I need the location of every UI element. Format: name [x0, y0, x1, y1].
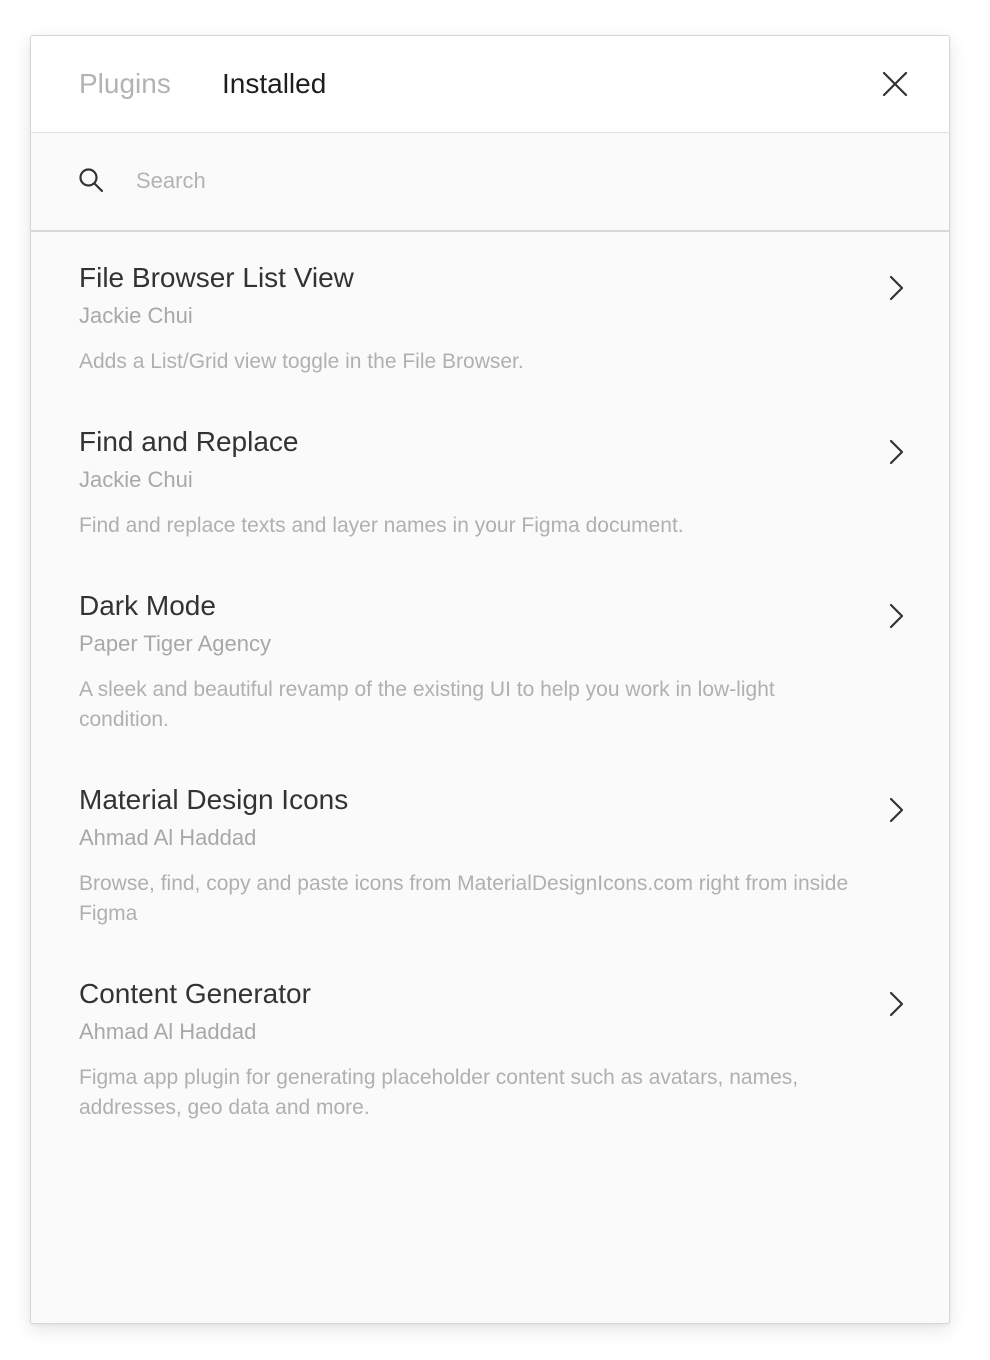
- plugin-author: Jackie Chui: [79, 303, 193, 328]
- plugin-description: Figma app plugin for generating placehol…: [79, 1066, 799, 1119]
- panel-header: Plugins Installed: [31, 36, 949, 133]
- list-item[interactable]: Dark Mode Paper Tiger Agency A sleek and…: [31, 588, 949, 735]
- plugin-author: Ahmad Al Haddad: [79, 1019, 257, 1044]
- plugin-title: Dark Mode: [79, 590, 216, 621]
- chevron-right-icon[interactable]: [887, 274, 905, 302]
- list-item[interactable]: File Browser List View Jackie Chui Adds …: [31, 260, 949, 377]
- search-bar: [31, 133, 949, 232]
- list-item[interactable]: Find and Replace Jackie Chui Find and re…: [31, 424, 949, 541]
- plugin-title: Material Design Icons: [79, 784, 349, 815]
- chevron-right-icon[interactable]: [887, 602, 905, 630]
- tab-plugins[interactable]: Plugins: [79, 66, 171, 102]
- plugin-author: Paper Tiger Agency: [79, 631, 272, 656]
- plugins-panel: Plugins Installed File Browser List View…: [30, 35, 950, 1324]
- plugin-description: Browse, find, copy and paste icons from …: [79, 872, 849, 925]
- plugin-author: Jackie Chui: [79, 467, 193, 492]
- plugin-title: Find and Replace: [79, 426, 299, 457]
- plugin-title: File Browser List View: [79, 262, 354, 293]
- close-icon: [882, 71, 908, 97]
- plugin-description: Adds a List/Grid view toggle in the File…: [79, 350, 524, 373]
- search-icon: [79, 168, 104, 193]
- close-button[interactable]: [879, 68, 911, 100]
- plugin-description: Find and replace texts and layer names i…: [79, 514, 684, 537]
- plugin-author: Ahmad Al Haddad: [79, 825, 257, 850]
- chevron-right-icon[interactable]: [887, 438, 905, 466]
- list-item[interactable]: Material Design Icons Ahmad Al Haddad Br…: [31, 782, 949, 929]
- plugin-title: Content Generator: [79, 978, 311, 1009]
- search-input[interactable]: [136, 161, 836, 201]
- tab-installed[interactable]: Installed: [222, 66, 326, 102]
- plugin-description: A sleek and beautiful revamp of the exis…: [79, 678, 775, 731]
- chevron-right-icon[interactable]: [887, 990, 905, 1018]
- plugin-list: File Browser List View Jackie Chui Adds …: [31, 232, 949, 1123]
- list-item[interactable]: Content Generator Ahmad Al Haddad Figma …: [31, 976, 949, 1123]
- chevron-right-icon[interactable]: [887, 796, 905, 824]
